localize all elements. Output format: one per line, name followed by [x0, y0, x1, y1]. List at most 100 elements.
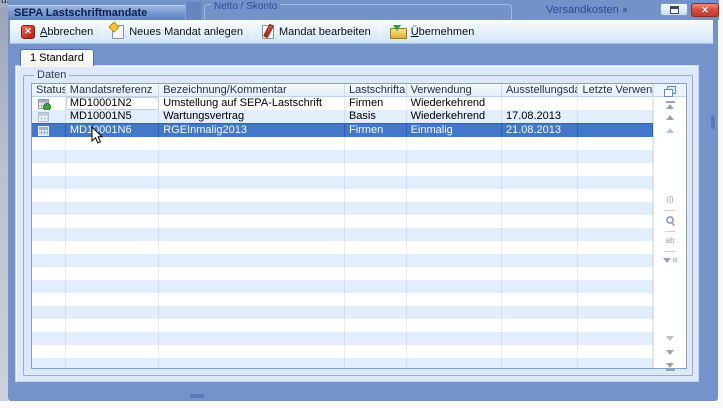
- cancel-icon: [21, 25, 35, 39]
- dialog-title-bar[interactable]: SEPA Lastschriftmandate: [8, 5, 185, 20]
- column-header-letzte-verwendung[interactable]: Letzte Verwendung: [578, 84, 653, 97]
- status-cell: [32, 241, 66, 254]
- mandate-row[interactable]: MD10001N2Umstellung auf SEPA-Lastschrift…: [32, 97, 653, 110]
- grid-cell: Wiederkehrend: [407, 110, 502, 123]
- dialog-title: SEPA Lastschriftmandate: [14, 7, 147, 19]
- status-cell: [32, 280, 66, 293]
- grid-cell: [345, 163, 407, 176]
- status-cell: [32, 306, 66, 319]
- scroll-up-icon[interactable]: [654, 115, 686, 120]
- grid-cell: [502, 228, 579, 241]
- grid-header: StatusMandatsreferenzBezeichnung/Komment…: [32, 84, 653, 97]
- resize-notch-right[interactable]: [711, 115, 715, 129]
- scroll-first-icon[interactable]: [654, 101, 686, 109]
- empty-row[interactable]: [32, 176, 653, 189]
- empty-row[interactable]: [32, 254, 653, 267]
- grid-cell: [66, 293, 159, 306]
- mandat-bearbeiten-button[interactable]: Mandat bearbeiten: [255, 22, 378, 42]
- empty-row[interactable]: [32, 319, 653, 332]
- grid-cell: [502, 150, 579, 163]
- empty-row[interactable]: [32, 241, 653, 254]
- column-header-ausstellungsdatum[interactable]: Ausstellungsdatum: [502, 84, 579, 97]
- grid-cell: [407, 202, 502, 215]
- filter-icon[interactable]: a: [654, 256, 686, 264]
- neues-mandat-anlegen-button[interactable]: Neues Mandat anlegen: [105, 22, 250, 42]
- sort-icon[interactable]: ab: [654, 237, 686, 245]
- grid-cell: [407, 189, 502, 202]
- column-header-bezeichnung-kommentar[interactable]: Bezeichnung/Kommentar: [159, 84, 345, 97]
- grid-cell: [578, 110, 653, 123]
- grid-cell: [159, 319, 345, 332]
- status-cell: [32, 293, 66, 306]
- grid-cell: [578, 293, 653, 306]
- toolbar-separator: [102, 24, 103, 40]
- column-header-verwendung[interactable]: Verwendung: [407, 84, 502, 97]
- grid-cell: [345, 332, 407, 345]
- empty-row[interactable]: [32, 137, 653, 150]
- empty-row[interactable]: [32, 150, 653, 163]
- grid-cell: [407, 319, 502, 332]
- close-button[interactable]: ✕: [691, 3, 719, 17]
- empty-row[interactable]: [32, 358, 653, 368]
- grid-cell: [578, 124, 653, 137]
- empty-row[interactable]: [32, 306, 653, 319]
- daten-groupbox: Daten StatusMandatsreferenzBezeichnung/K…: [23, 75, 693, 376]
- grid-cell: [578, 306, 653, 319]
- grid-cell: [578, 345, 653, 358]
- grid-cell: [578, 215, 653, 228]
- grid-cell: [407, 267, 502, 280]
- grid-cell: [66, 280, 159, 293]
- uebernehmen-button[interactable]: Übernehmen: [383, 22, 482, 42]
- resize-notch-bottom[interactable]: [190, 394, 204, 398]
- status-cell: [32, 202, 66, 215]
- grid-cell: [66, 202, 159, 215]
- grid-cell: [407, 254, 502, 267]
- grid-cell: [407, 215, 502, 228]
- empty-row[interactable]: [32, 189, 653, 202]
- grid-cell: [578, 254, 653, 267]
- grid-cell: [407, 176, 502, 189]
- empty-row[interactable]: [32, 163, 653, 176]
- toolbar-separator: [252, 24, 253, 40]
- empty-row[interactable]: [32, 202, 653, 215]
- status-cell: [32, 215, 66, 228]
- close-icon: ✕: [701, 5, 709, 16]
- grid-cell: [66, 150, 159, 163]
- empty-row[interactable]: [32, 228, 653, 241]
- scroll-last-icon[interactable]: [654, 363, 686, 371]
- grid-cell: [66, 319, 159, 332]
- restore-button[interactable]: [660, 3, 688, 16]
- empty-row[interactable]: [32, 280, 653, 293]
- grid-cell: [407, 358, 502, 368]
- grid-cell: [345, 189, 407, 202]
- empty-row[interactable]: [32, 345, 653, 358]
- column-chooser-icon[interactable]: [654, 85, 686, 97]
- search-icon[interactable]: [654, 216, 686, 224]
- grid-cell: [502, 189, 579, 202]
- column-width-icon[interactable]: (|): [654, 196, 686, 204]
- empty-row[interactable]: [32, 267, 653, 280]
- empty-row[interactable]: [32, 332, 653, 345]
- background-group-label: Netto / Skonto: [211, 2, 280, 12]
- mandate-row[interactable]: MD10001N5WartungsvertragBasisWiederkehre…: [32, 110, 653, 123]
- toolbar-separator: [380, 24, 381, 40]
- toolbar-button-label: Mandat bearbeiten: [279, 26, 371, 38]
- scroll-up-page-icon[interactable]: [654, 128, 686, 133]
- column-header-mandatsreferenz[interactable]: Mandatsreferenz: [66, 84, 159, 97]
- column-header-status[interactable]: Status: [32, 84, 66, 97]
- status-cell: [32, 228, 66, 241]
- abbrechen-button[interactable]: Abbrechen: [14, 22, 100, 42]
- grid-cell: [502, 319, 579, 332]
- scroll-down-page-icon[interactable]: [654, 336, 686, 341]
- grid-cell: [345, 319, 407, 332]
- column-header-lastschriftart[interactable]: Lastschriftart: [345, 84, 407, 97]
- status-cell: [32, 189, 66, 202]
- grid-cell: [578, 189, 653, 202]
- empty-row[interactable]: [32, 215, 653, 228]
- grid-cell: [345, 150, 407, 163]
- tab-1-standard[interactable]: 1 Standard: [20, 49, 94, 66]
- empty-row[interactable]: [32, 293, 653, 306]
- scroll-down-icon[interactable]: [654, 350, 686, 355]
- grid-cell: [407, 293, 502, 306]
- mandate-row[interactable]: MD10001N6RGEInmalig2013FirmenEinmalig21.…: [32, 123, 653, 137]
